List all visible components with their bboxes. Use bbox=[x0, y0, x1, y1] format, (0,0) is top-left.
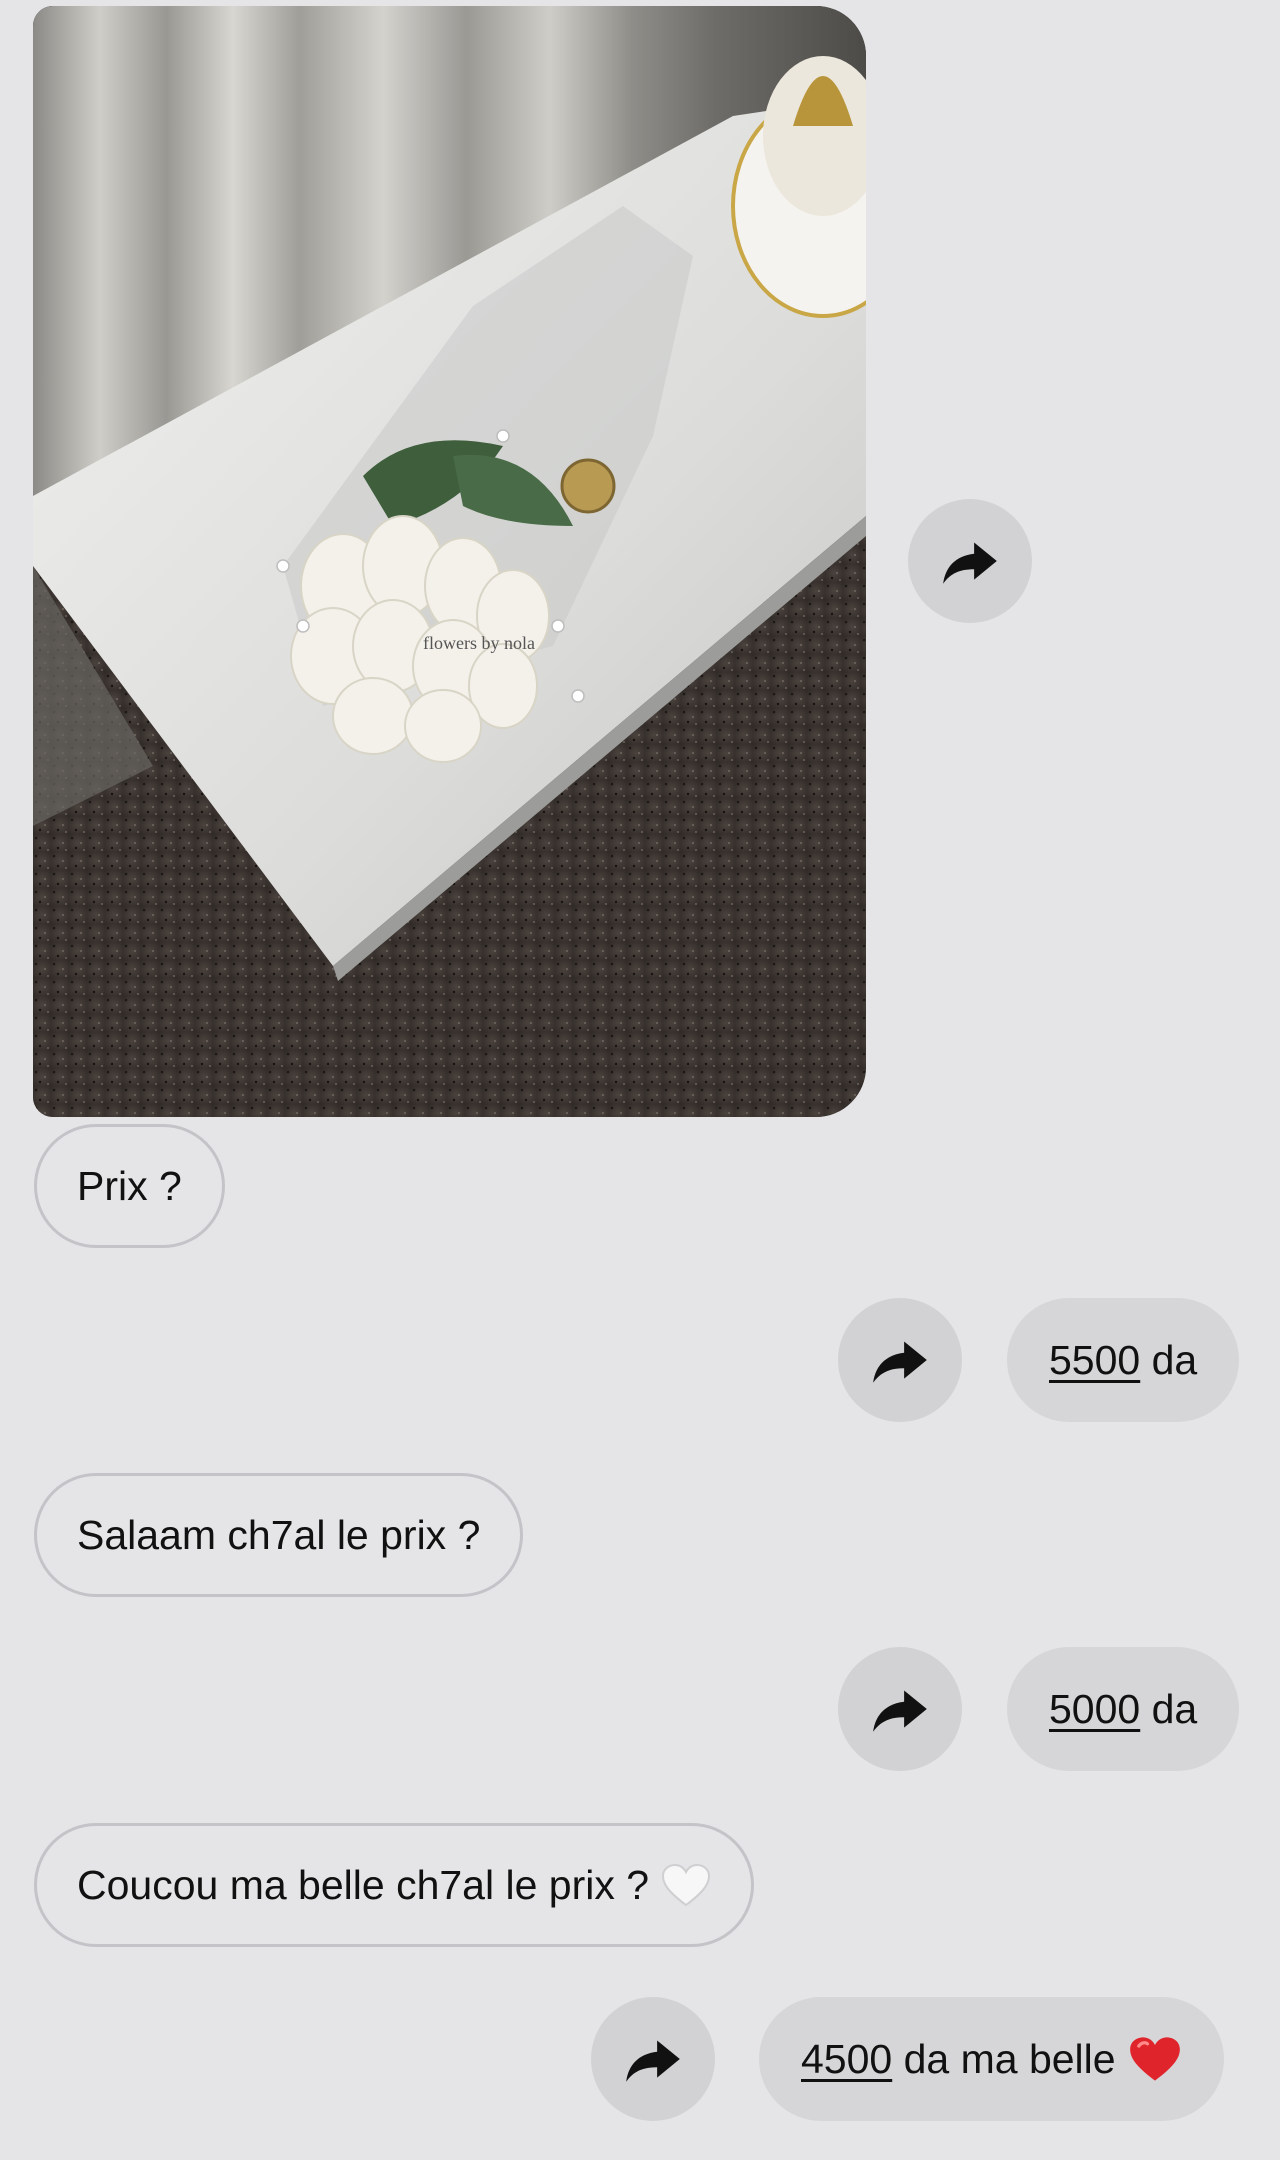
photo-message[interactable]: flowers by nola bbox=[33, 6, 866, 1117]
outgoing-message: 5000 da bbox=[1007, 1647, 1240, 1771]
bouquet-photo: flowers by nola bbox=[33, 6, 866, 1117]
outgoing-message: 5500 da bbox=[1007, 1298, 1240, 1422]
incoming-message: Coucou ma belle ch7al le prix ? bbox=[34, 1823, 755, 1947]
message-text: Salaam ch7al le prix ? bbox=[77, 1511, 481, 1558]
forward-button[interactable] bbox=[838, 1647, 962, 1771]
incoming-message: Prix ? bbox=[34, 1124, 225, 1248]
photo-watermark: flowers by nola bbox=[423, 633, 535, 653]
forward-photo-button[interactable] bbox=[908, 499, 1032, 623]
message-text: Prix ? bbox=[77, 1162, 182, 1209]
price-amount[interactable]: 4500 bbox=[801, 2036, 892, 2083]
price-amount[interactable]: 5500 bbox=[1049, 1337, 1140, 1384]
price-suffix: da bbox=[1140, 1336, 1198, 1383]
share-forward-icon bbox=[626, 2040, 680, 2082]
incoming-message: Salaam ch7al le prix ? bbox=[34, 1473, 524, 1597]
chat-thread: flowers by nola Prix ? 5500 da Salaam ch… bbox=[0, 0, 1280, 2160]
outgoing-message: 4500 da ma belle bbox=[759, 1997, 1224, 2121]
white-heart-icon bbox=[662, 1863, 711, 1907]
message-text: Coucou ma belle ch7al le prix ? bbox=[77, 1861, 650, 1908]
red-heart-icon bbox=[1129, 2037, 1180, 2081]
price-amount[interactable]: 5000 bbox=[1049, 1686, 1140, 1733]
forward-button[interactable] bbox=[838, 1298, 962, 1422]
forward-button[interactable] bbox=[591, 1997, 715, 2121]
price-suffix: da bbox=[1140, 1685, 1198, 1732]
share-forward-icon bbox=[873, 1690, 927, 1732]
message-text: da ma belle bbox=[892, 2035, 1116, 2082]
share-forward-icon bbox=[943, 542, 997, 584]
share-forward-icon bbox=[873, 1341, 927, 1383]
